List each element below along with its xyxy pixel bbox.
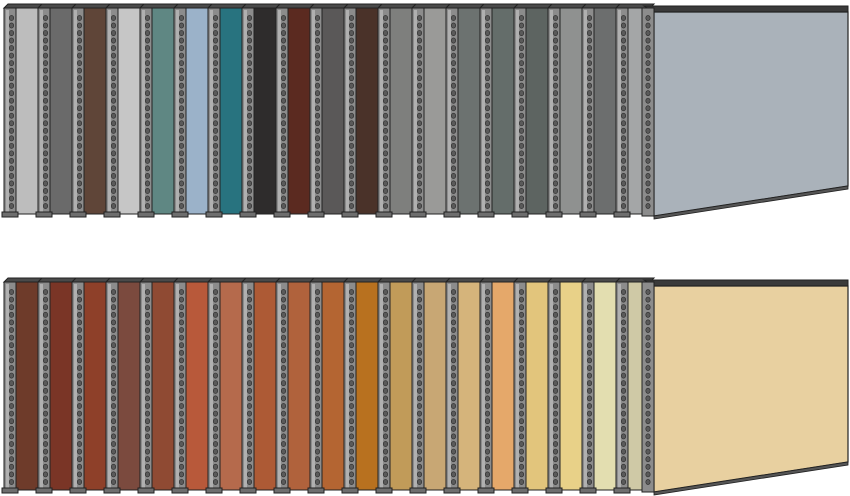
tile-swatch: [477, 3, 520, 218]
tile-swatch: [273, 3, 316, 218]
tile-swatch: [579, 3, 622, 218]
tile-swatch: [171, 277, 214, 494]
tile-swatch: [69, 3, 112, 218]
tile-swatch: [375, 3, 418, 218]
tile-swatch: [545, 277, 588, 494]
tile-swatch: [375, 277, 418, 494]
tile-swatch: [511, 3, 554, 218]
tile-swatch: [103, 277, 146, 494]
tile-swatch: [511, 277, 554, 494]
tile-swatch: [545, 3, 588, 218]
tile-swatch: [443, 277, 486, 494]
tile-swatch: [171, 3, 214, 218]
tile-swatch: [341, 3, 384, 218]
tile-swatch: [307, 3, 350, 218]
tile-swatch: [239, 277, 282, 494]
tile-swatch: [137, 277, 180, 494]
tile-swatch: [69, 277, 112, 494]
tile-swatch-illustration: [0, 0, 850, 496]
tile-swatch: [205, 3, 248, 218]
tile-swatch: [409, 277, 452, 494]
tile-swatch: [1, 277, 44, 494]
tile-swatch: [1, 3, 44, 218]
tile-swatch: [35, 3, 78, 218]
cool-row: [1, 3, 849, 220]
tile-swatch: [205, 277, 248, 494]
tile-swatch: [273, 277, 316, 494]
front-panel: [641, 279, 849, 496]
tile-swatch: [35, 277, 78, 494]
tile-swatch: [579, 277, 622, 494]
tile-swatch: [443, 3, 486, 218]
tile-swatch: [409, 3, 452, 218]
tile-swatch: [477, 277, 520, 494]
tile-swatch: [103, 3, 146, 218]
front-panel: [641, 5, 849, 220]
tile-swatch: [341, 277, 384, 494]
tile-swatch: [137, 3, 180, 218]
tile-swatch-drawing: [1, 3, 849, 496]
warm-row: [1, 277, 849, 496]
tile-swatch: [307, 277, 350, 494]
tile-swatch: [239, 3, 282, 218]
